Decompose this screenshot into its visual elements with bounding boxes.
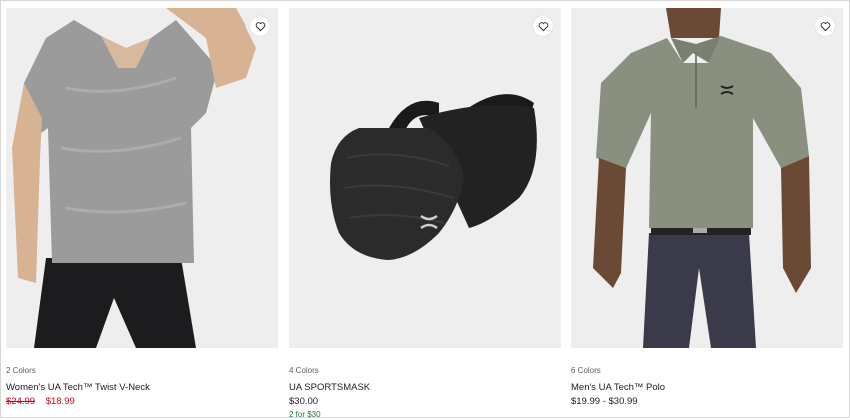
- color-count: 2 Colors: [6, 366, 36, 375]
- heart-outline-icon: [820, 21, 830, 31]
- original-price: $24.99: [6, 396, 36, 407]
- product-price: $19.99 - $30.99: [571, 396, 638, 407]
- product-card[interactable]: 6 Colors Men's UA Tech™ Polo $19.99 - $3…: [571, 8, 843, 408]
- product-image[interactable]: [289, 8, 561, 348]
- color-count: 6 Colors: [571, 366, 601, 375]
- product-name[interactable]: Women's UA Tech™ Twist V-Neck: [6, 382, 278, 394]
- product-card[interactable]: 2 Colors Women's UA Tech™ Twist V-Neck $…: [6, 8, 278, 408]
- product-image[interactable]: [6, 8, 278, 348]
- product-price: $30.00: [289, 396, 319, 407]
- favorite-button[interactable]: [815, 16, 835, 36]
- product-card[interactable]: 4 Colors UA SPORTSMASK $30.00 2 for $30: [289, 8, 561, 420]
- product-image[interactable]: [571, 8, 843, 348]
- color-count: 4 Colors: [289, 366, 319, 375]
- heart-outline-icon: [538, 21, 548, 31]
- favorite-button[interactable]: [533, 16, 553, 36]
- product-name[interactable]: UA SPORTSMASK: [289, 382, 561, 394]
- product-name[interactable]: Men's UA Tech™ Polo: [571, 382, 843, 394]
- sale-price: $18.99: [45, 396, 75, 407]
- favorite-button[interactable]: [250, 16, 270, 36]
- product-price: $24.99 $18.99: [6, 396, 278, 408]
- heart-outline-icon: [255, 21, 265, 31]
- promo-text: 2 for $30: [289, 410, 321, 419]
